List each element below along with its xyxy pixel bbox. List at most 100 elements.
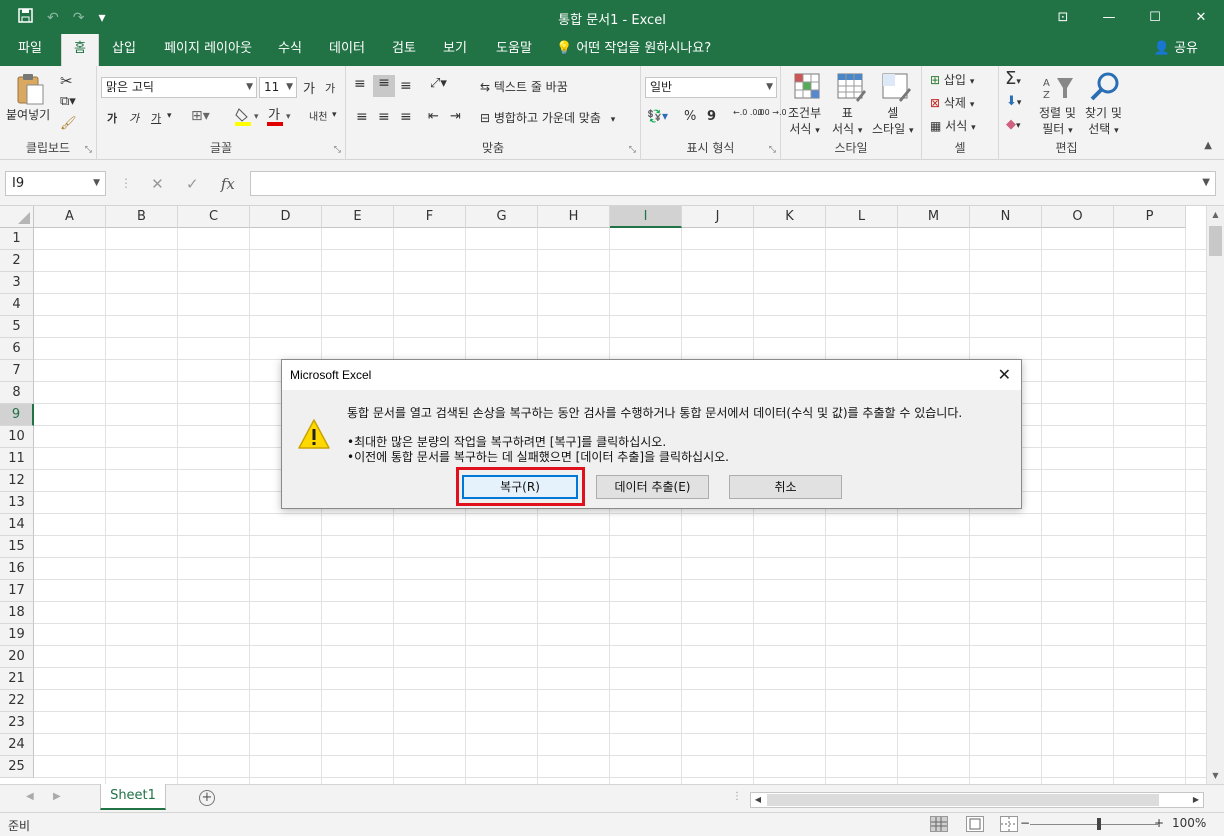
accounting-format-icon[interactable]: 💱▾ <box>647 109 668 123</box>
tell-me-search[interactable]: 💡 어떤 작업을 원하시나요? <box>556 34 711 66</box>
prev-sheet-icon[interactable]: ◀ <box>26 791 34 802</box>
row-header-22[interactable]: 22 <box>0 690 34 712</box>
tab-splitter-icon[interactable]: ⋮ <box>732 791 742 802</box>
enter-entry-icon[interactable]: ✓ <box>186 175 199 193</box>
row-header-12[interactable]: 12 <box>0 470 34 492</box>
format-as-table-button[interactable]: 표 서식 ▾ <box>832 105 862 139</box>
formula-input[interactable]: ▼ <box>250 171 1216 196</box>
row-header-21[interactable]: 21 <box>0 668 34 690</box>
paste-icon[interactable] <box>14 72 46 105</box>
row-header-11[interactable]: 11 <box>0 448 34 470</box>
maximize-icon[interactable]: ☐ <box>1132 0 1178 34</box>
insert-function-icon[interactable]: fx <box>221 175 235 193</box>
row-header-9[interactable]: 9 <box>0 404 34 426</box>
column-header-b[interactable]: B <box>106 206 178 228</box>
column-header-o[interactable]: O <box>1042 206 1114 228</box>
paste-button[interactable]: 붙여넣기 <box>6 106 50 123</box>
italic-button[interactable]: 가 <box>129 110 139 126</box>
font-size-select[interactable]: 11 ▼ <box>259 77 297 98</box>
horizontal-scroll-thumb[interactable] <box>767 794 1159 806</box>
align-bottom-icon[interactable]: ≡ <box>400 78 412 94</box>
minimize-icon[interactable]: — <box>1086 0 1132 34</box>
zoom-slider-track[interactable] <box>1030 824 1158 825</box>
delete-cells-button[interactable]: ⊠ 삭제 ▾ <box>930 94 974 111</box>
font-launcher-icon[interactable]: ⤡ <box>334 145 341 155</box>
normal-view-icon[interactable] <box>930 816 948 832</box>
column-header-f[interactable]: F <box>394 206 466 228</box>
cancel-button[interactable]: 취소 <box>729 475 842 499</box>
column-header-a[interactable]: A <box>34 206 106 228</box>
comma-style-button[interactable]: 9 <box>707 109 716 124</box>
alignment-launcher-icon[interactable]: ⤡ <box>629 145 636 155</box>
decrease-indent-icon[interactable]: ⇤ <box>428 109 439 124</box>
insert-cells-button[interactable]: ⊞ 삽입 ▾ <box>930 71 974 88</box>
cell-styles-button[interactable]: 셀 스타일 ▾ <box>872 105 913 139</box>
sort-filter-icon[interactable]: AZ <box>1043 74 1075 106</box>
fill-icon[interactable]: ⬇▾ <box>1006 94 1021 109</box>
conditional-formatting-icon[interactable] <box>793 72 825 104</box>
zoom-out-button[interactable]: − <box>1020 816 1030 830</box>
next-sheet-icon[interactable]: ▶ <box>53 791 61 802</box>
font-color-icon[interactable]: 가 ▾ <box>267 106 295 131</box>
column-header-k[interactable]: K <box>754 206 826 228</box>
new-sheet-icon[interactable]: + <box>199 790 215 806</box>
row-header-25[interactable]: 25 <box>0 756 34 778</box>
column-header-j[interactable]: J <box>682 206 754 228</box>
row-header-14[interactable]: 14 <box>0 514 34 536</box>
sheet-tab-sheet1[interactable]: Sheet1 <box>100 784 166 810</box>
column-header-d[interactable]: D <box>250 206 322 228</box>
horizontal-scrollbar[interactable]: ◀ ▶ <box>750 792 1204 808</box>
bold-button[interactable]: 가 <box>107 110 117 126</box>
dialog-close-icon[interactable]: ✕ <box>998 365 1011 384</box>
row-header-19[interactable]: 19 <box>0 624 34 646</box>
row-header-17[interactable]: 17 <box>0 580 34 602</box>
row-header-3[interactable]: 3 <box>0 272 34 294</box>
row-header-23[interactable]: 23 <box>0 712 34 734</box>
format-cells-button[interactable]: ▦ 서식 ▾ <box>930 117 976 134</box>
row-header-10[interactable]: 10 <box>0 426 34 448</box>
sort-filter-button[interactable]: 정렬 및 필터 ▾ <box>1039 105 1076 139</box>
underline-button[interactable]: 가 <box>151 110 161 126</box>
row-header-15[interactable]: 15 <box>0 536 34 558</box>
wrap-text-button[interactable]: ⇆ 텍스트 줄 바꿈 <box>480 78 568 95</box>
expand-formula-bar-icon[interactable]: ▼ <box>1202 177 1210 188</box>
find-select-icon[interactable] <box>1089 71 1121 103</box>
row-header-13[interactable]: 13 <box>0 492 34 514</box>
scroll-right-icon[interactable]: ▶ <box>1189 793 1203 807</box>
formula-bar-splitter[interactable]: ⋮ <box>120 176 132 190</box>
decrease-font-size-button[interactable]: 가 <box>325 80 335 96</box>
tab-view[interactable]: 보기 <box>435 34 475 66</box>
close-icon[interactable]: ✕ <box>1178 0 1224 34</box>
ribbon-display-icon[interactable]: ⊡ <box>1040 0 1086 34</box>
cancel-entry-icon[interactable]: ✕ <box>151 175 164 193</box>
column-header-m[interactable]: M <box>898 206 970 228</box>
increase-indent-icon[interactable]: ⇥ <box>450 109 461 124</box>
merge-center-button[interactable]: ⊟ 병합하고 가운데 맞춤 ▾ <box>480 109 615 126</box>
name-box[interactable]: I9 ▼ <box>5 171 106 196</box>
page-break-view-icon[interactable] <box>1000 816 1018 832</box>
fill-color-icon[interactable]: ▾ <box>235 107 263 130</box>
zoom-level[interactable]: 100% <box>1172 816 1206 830</box>
tab-insert[interactable]: 삽입 <box>104 34 144 66</box>
column-header-h[interactable]: H <box>538 206 610 228</box>
tab-review[interactable]: 검토 <box>384 34 424 66</box>
zoom-in-button[interactable]: + <box>1154 816 1164 830</box>
borders-icon[interactable]: ⊞▾ <box>191 108 210 124</box>
column-header-i[interactable]: I <box>610 206 682 228</box>
row-header-6[interactable]: 6 <box>0 338 34 360</box>
chevron-down-icon[interactable]: ▾ <box>167 111 172 121</box>
column-header-n[interactable]: N <box>970 206 1042 228</box>
align-middle-icon[interactable]: ≡ <box>373 75 395 97</box>
align-center-icon[interactable]: ≡ <box>378 109 390 125</box>
clear-icon[interactable]: ◆▾ <box>1006 117 1021 132</box>
percent-style-button[interactable]: % <box>684 109 696 124</box>
row-header-20[interactable]: 20 <box>0 646 34 668</box>
format-painter-icon[interactable]: 🖌 <box>60 116 77 131</box>
collapse-ribbon-icon[interactable]: ▲ <box>1204 140 1212 151</box>
cut-icon[interactable]: ✂ <box>60 72 73 90</box>
align-top-icon[interactable]: ≡ <box>354 76 366 92</box>
row-header-7[interactable]: 7 <box>0 360 34 382</box>
scroll-down-icon[interactable]: ▼ <box>1207 767 1224 784</box>
column-header-c[interactable]: C <box>178 206 250 228</box>
tab-help[interactable]: 도움말 <box>488 34 540 66</box>
